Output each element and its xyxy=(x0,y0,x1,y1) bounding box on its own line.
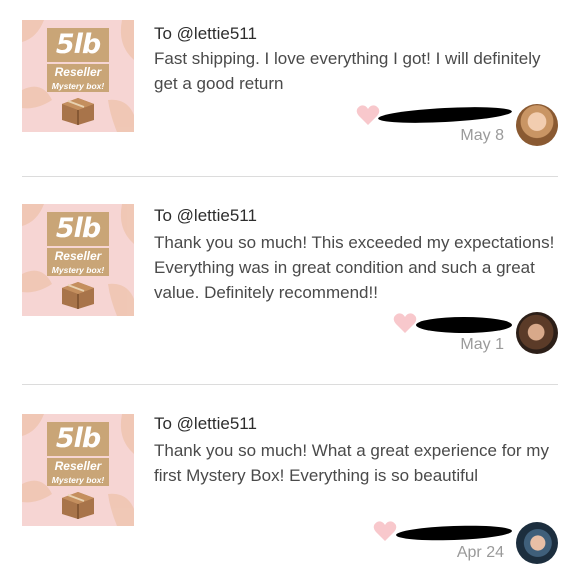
cardboard-box-icon xyxy=(62,282,94,309)
mystery-box-label: Mystery box! xyxy=(47,80,109,92)
avatar[interactable] xyxy=(516,312,558,354)
review-card: 5lb Reseller Mystery box! To @lettie511 … xyxy=(0,0,580,176)
heart-icon[interactable] xyxy=(356,104,380,126)
redacted-username xyxy=(377,104,513,126)
recipient-line: To @lettie511 xyxy=(154,414,257,433)
reseller-label: Reseller xyxy=(47,248,109,264)
review-date: May 8 xyxy=(460,127,504,144)
reseller-label: Reseller xyxy=(47,64,109,80)
divider xyxy=(22,384,558,385)
heart-icon[interactable] xyxy=(373,520,397,542)
listing-thumbnail[interactable]: 5lb Reseller Mystery box! xyxy=(22,20,134,132)
review-message: Thank you so much! This exceeded my expe… xyxy=(154,233,555,302)
review-date: Apr 24 xyxy=(456,544,504,561)
redacted-username xyxy=(416,317,512,333)
listing-thumbnail[interactable]: 5lb Reseller Mystery box! xyxy=(22,204,134,316)
review-date: May 1 xyxy=(460,336,504,353)
weight-label: 5lb xyxy=(47,422,109,456)
avatar[interactable] xyxy=(516,104,558,146)
cardboard-box-icon xyxy=(62,492,94,519)
weight-label: 5lb xyxy=(47,212,109,246)
recipient-line: To @lettie511 xyxy=(154,206,257,225)
heart-icon[interactable] xyxy=(393,312,417,334)
mystery-box-label: Mystery box! xyxy=(47,264,109,276)
recipient-line: To @lettie511 xyxy=(154,24,257,43)
mystery-box-label: Mystery box! xyxy=(47,474,109,486)
reseller-label: Reseller xyxy=(47,458,109,474)
review-card: 5lb Reseller Mystery box! To @lettie511 … xyxy=(0,178,580,384)
cardboard-box-icon xyxy=(62,98,94,125)
avatar[interactable] xyxy=(516,522,558,564)
listing-thumbnail[interactable]: 5lb Reseller Mystery box! xyxy=(22,414,134,526)
divider xyxy=(22,176,558,177)
redacted-username xyxy=(395,523,513,543)
review-message: Thank you so much! What a great experien… xyxy=(154,441,549,485)
weight-label: 5lb xyxy=(47,28,109,62)
review-card: 5lb Reseller Mystery box! To @lettie511 … xyxy=(0,386,580,580)
review-message: Fast shipping. I love everything I got! … xyxy=(154,49,541,93)
